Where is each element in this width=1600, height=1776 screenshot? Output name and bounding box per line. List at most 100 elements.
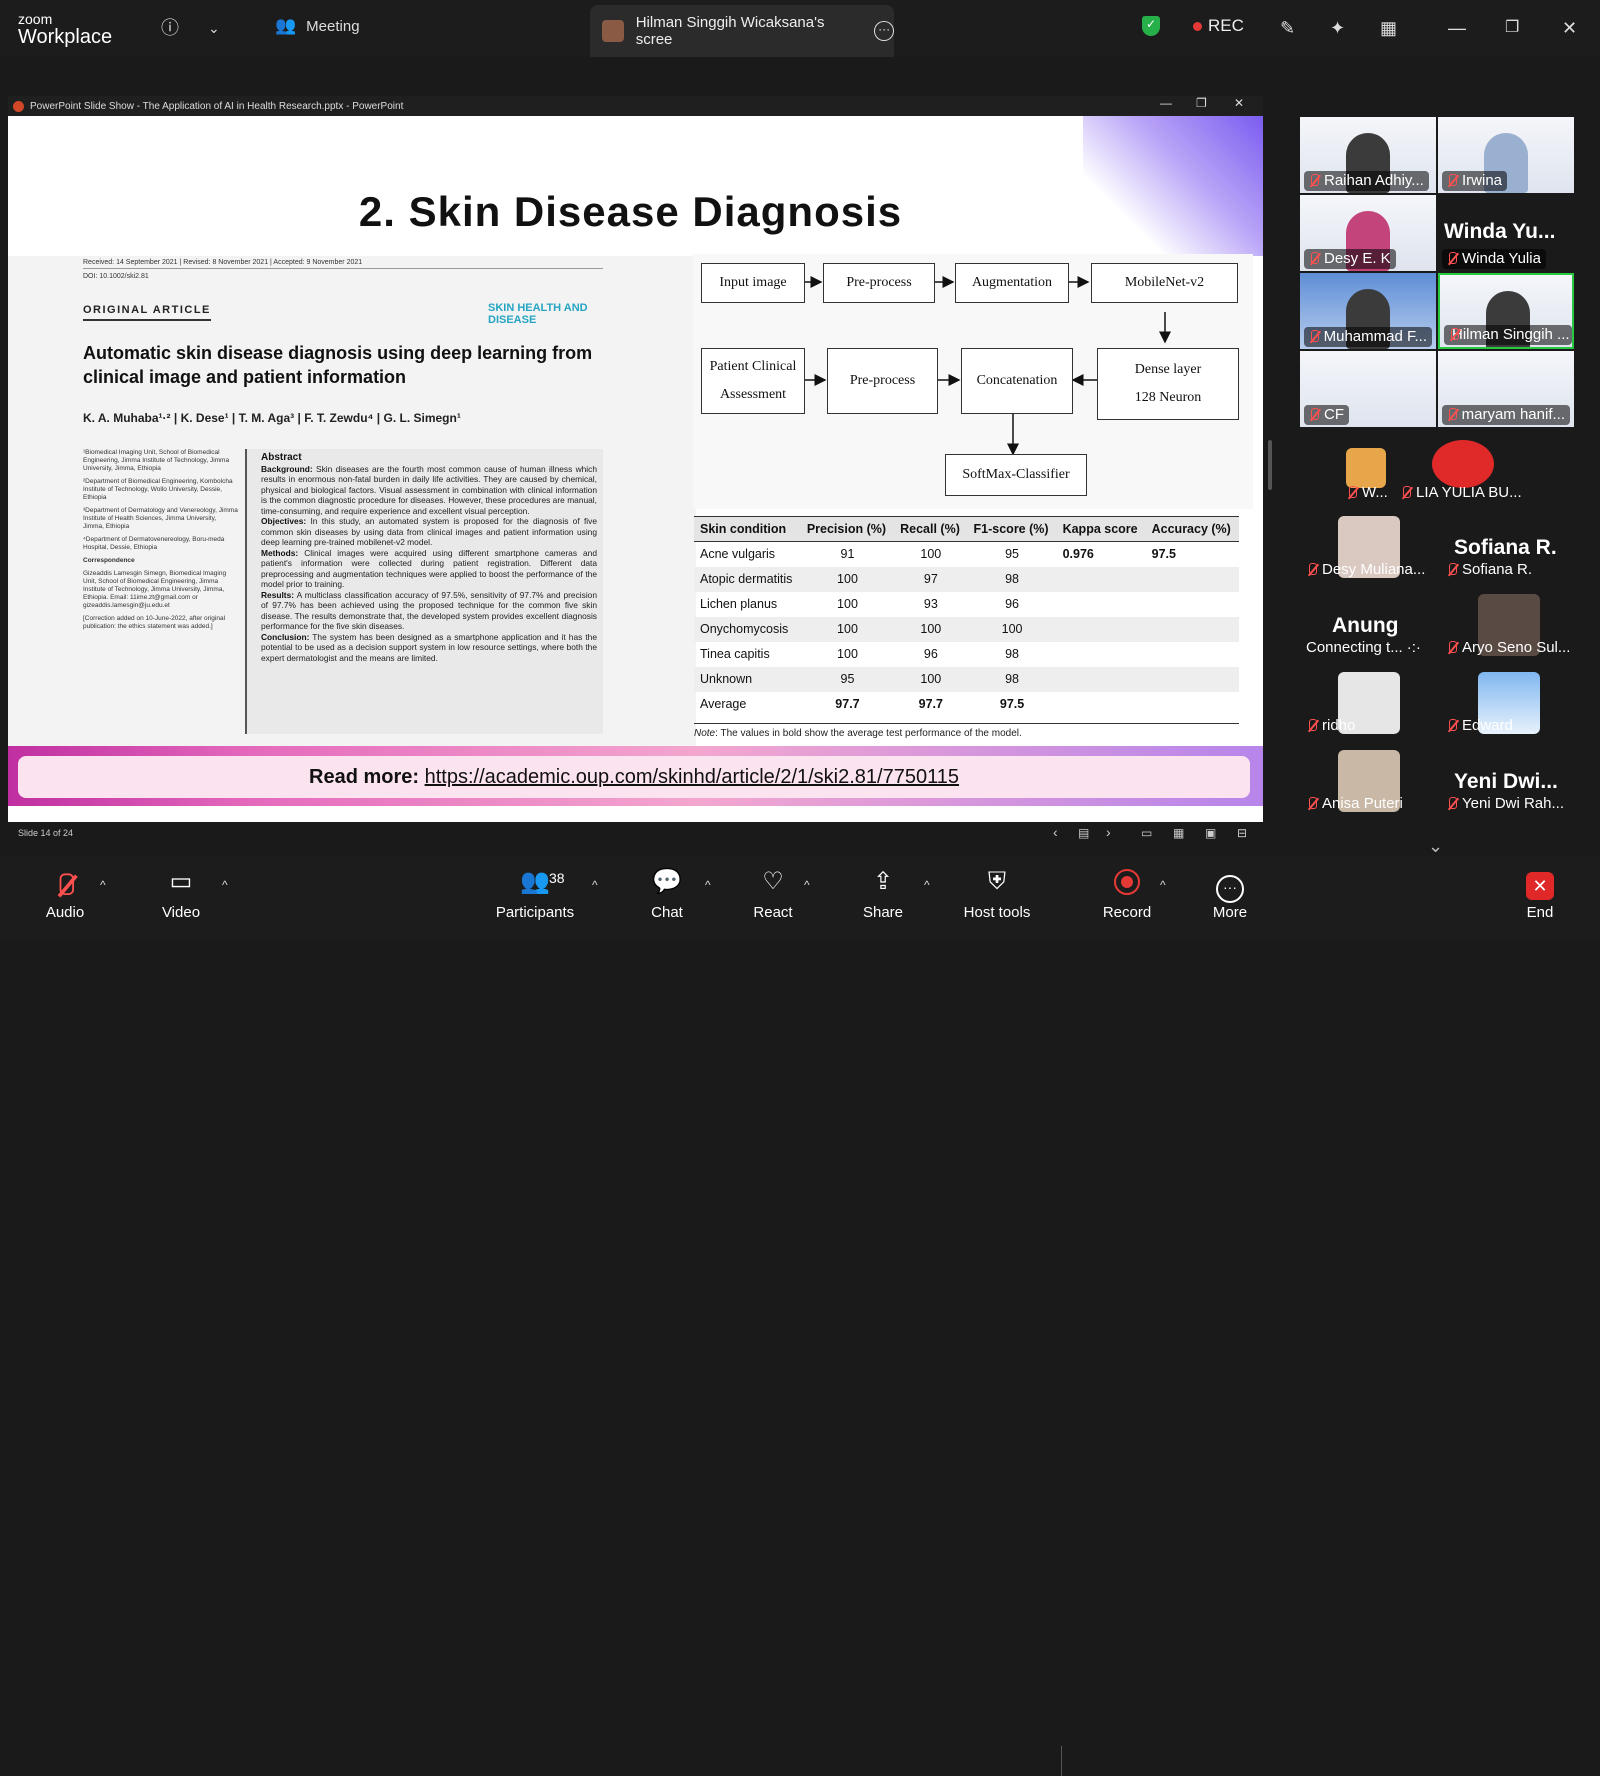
readmore-link[interactable]: https://academic.oup.com/skinhd/article/… — [425, 766, 959, 788]
table-cell — [1145, 666, 1239, 692]
ppt-close-icon[interactable]: ✕ — [1234, 96, 1244, 110]
table-cell: 97 — [894, 566, 968, 592]
participant-tile[interactable]: Irwina — [1438, 117, 1574, 193]
participant-name-text: Raihan Adhiy... — [1324, 172, 1424, 189]
paper-authors: K. A. Muhaba¹·² | K. Dese¹ | T. M. Aga³ … — [83, 411, 461, 425]
flow-input-image: Input image — [701, 263, 805, 303]
video-options-caret-icon[interactable]: ^ — [222, 878, 228, 892]
info-icon[interactable]: ⓘ — [161, 14, 179, 42]
participant-name-text: Edward — [1462, 717, 1513, 734]
table-cell: 100 — [800, 566, 895, 592]
more-button[interactable]: ··· More — [1185, 864, 1275, 921]
next-slide-icon[interactable]: › — [1106, 824, 1111, 840]
audio-options-caret-icon[interactable]: ^ — [100, 878, 106, 892]
gallery-scroll-down-icon[interactable]: ⌄ — [1428, 836, 1443, 857]
normal-view-icon[interactable]: ▭ — [1141, 826, 1152, 840]
more-options-icon[interactable]: ··· — [874, 21, 894, 41]
correction-note: [Correction added on 10-June-2022, after… — [83, 615, 226, 630]
react-button[interactable]: ♡ React — [728, 864, 818, 921]
methods-heading: Methods: — [261, 547, 299, 558]
table-header-row: Skin condition Precision (%) Recall (%) … — [694, 516, 1239, 542]
table-cell: 96 — [923, 647, 938, 661]
flow-patient-line1: Patient Clinical — [709, 359, 797, 374]
share-label: Share — [862, 904, 904, 921]
muted-mic-icon — [1446, 640, 1458, 655]
flow-dense-line1: Dense layer — [1134, 362, 1202, 377]
note-label: Note — [694, 727, 716, 739]
ai-companion-icon[interactable]: ✦ — [1330, 14, 1345, 42]
table-cell: 100 — [894, 616, 968, 642]
share-screen-icon: ⇪ — [872, 868, 894, 895]
share-caret-icon[interactable]: ^ — [924, 878, 930, 892]
participant-name: CF — [1304, 405, 1349, 425]
close-icon[interactable]: ✕ — [1562, 14, 1577, 42]
encryption-shield-icon[interactable] — [1142, 16, 1160, 36]
participant-name-text: ridho — [1322, 717, 1356, 734]
record-button[interactable]: Record — [1082, 864, 1172, 921]
participants-icon: 👥 38 — [485, 864, 585, 900]
end-meeting-button[interactable]: ✕ End — [1495, 864, 1585, 921]
table-row: Lichen planus 100 93 96 — [694, 592, 1239, 617]
record-icon — [1082, 864, 1172, 900]
ppt-minimize-icon[interactable]: — — [1160, 96, 1172, 110]
restore-icon[interactable]: ❐ — [1505, 14, 1519, 42]
participant-tile[interactable]: Winda Yu... Winda Yulia — [1438, 195, 1574, 271]
avatar[interactable] — [1432, 440, 1494, 488]
sorter-view-icon[interactable]: ▦ — [1173, 826, 1184, 840]
participant-name-text: W... — [1362, 484, 1388, 501]
table-cell: 100 — [920, 547, 942, 562]
methods-text: Clinical images were acquired using diff… — [261, 547, 597, 590]
prev-slide-icon[interactable]: ‹ — [1053, 824, 1058, 840]
correspondence-heading: Correspondence — [83, 557, 135, 564]
slideshow-view-icon[interactable]: ⊟ — [1237, 826, 1247, 840]
table-cell: Lichen planus — [700, 597, 778, 611]
ppt-restore-icon[interactable]: ❐ — [1196, 96, 1207, 110]
participants-button[interactable]: 👥 38 Participants — [485, 864, 585, 921]
reading-view-icon[interactable]: ▣ — [1205, 826, 1216, 840]
host-tools-button[interactable]: ⛨ Host tools — [947, 864, 1047, 921]
meeting-toolbar: Audio ^ ▭ Video ^ 👥 38 Participants ^ 💬 C… — [0, 856, 1600, 1776]
readmore-banner: Read more: https://academic.oup.com/skin… — [18, 756, 1250, 798]
record-caret-icon[interactable]: ^ — [1160, 878, 1166, 892]
participant-tile[interactable]: maryam hanif... — [1438, 351, 1574, 427]
background-heading: Background: — [261, 463, 313, 474]
col-header-precision: Precision (%) — [800, 516, 895, 542]
minimize-icon[interactable]: — — [1448, 14, 1466, 42]
share-button[interactable]: ⇪ Share — [838, 864, 928, 921]
table-cell — [1056, 666, 1146, 692]
chat-caret-icon[interactable]: ^ — [705, 878, 711, 892]
table-cell — [1146, 642, 1239, 667]
annotate-icon[interactable]: ✎ — [1280, 14, 1295, 42]
participants-caret-icon[interactable]: ^ — [592, 878, 598, 892]
flow-patient-line2: Assessment — [719, 387, 787, 402]
chat-button[interactable]: 💬 Chat — [622, 864, 712, 921]
affiliation-2: ²Department of Biomedical Engineering, K… — [83, 478, 233, 501]
participant-tile[interactable]: Muhammad F... — [1300, 273, 1436, 349]
participant-name: Sofiana R. — [1446, 561, 1532, 578]
slide-list-icon[interactable]: ▤ — [1078, 826, 1089, 840]
affiliation-1: ¹Biomedical Imaging Unit, School of Biom… — [83, 449, 230, 472]
table-cell — [1057, 692, 1146, 717]
participant-tile[interactable]: Desy E. K — [1300, 195, 1436, 271]
participant-name-text: Yeni Dwi Rah... — [1462, 795, 1564, 812]
view-layout-icon[interactable]: ▦ — [1380, 14, 1397, 42]
toolbar-divider — [1061, 1746, 1062, 1776]
screen-share-tab[interactable]: Hilman Singgih Wicaksana's scree ··· — [590, 5, 894, 57]
conclusion-text: The system has been designed as a smartp… — [261, 631, 597, 663]
participant-tile[interactable]: Raihan Adhiy... — [1300, 117, 1436, 193]
avatar[interactable] — [1346, 448, 1386, 488]
table-cell: 97.5 — [1151, 547, 1176, 562]
panel-resize-handle[interactable] — [1268, 440, 1272, 490]
active-speaker-tile[interactable]: Hilman Singgih ... — [1438, 273, 1574, 349]
participant-tile[interactable]: CF — [1300, 351, 1436, 427]
react-caret-icon[interactable]: ^ — [804, 878, 810, 892]
recording-indicator[interactable]: REC — [1193, 16, 1244, 36]
video-button[interactable]: ▭ Video — [136, 864, 226, 921]
chevron-down-icon[interactable]: ⌄ — [208, 14, 220, 42]
col-header-recall: Recall (%) — [894, 516, 968, 542]
audio-button[interactable]: Audio — [20, 864, 110, 921]
participant-name: Aryo Seno Sul... — [1446, 639, 1570, 656]
muted-mic-icon — [1308, 408, 1320, 422]
meeting-menu[interactable]: 👥 Meeting — [275, 16, 360, 36]
muted-mic-icon — [1306, 796, 1318, 811]
